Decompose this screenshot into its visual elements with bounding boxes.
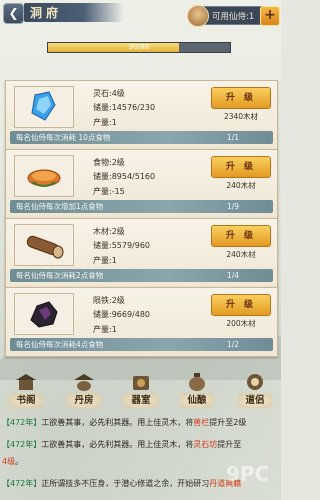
resource-output: 产量:1	[93, 256, 117, 265]
resource-storage: 储量:5579/960	[93, 241, 151, 250]
upgrade-cost: 240木材	[226, 181, 256, 190]
nav-label: 仙酿	[187, 395, 207, 406]
nav-label: 丹房	[74, 395, 94, 406]
upgrade-button[interactable]: 升 级	[211, 87, 271, 109]
nav-item-wine-jar[interactable]: 仙酿	[174, 372, 220, 412]
resource-output: 产量:1	[93, 325, 117, 334]
info-text: 每名仙侍每次消耗4点食物	[16, 340, 104, 349]
info-band: 每名仙侍每次增加1点食物 1/9	[10, 200, 273, 213]
nav-item-alchemy-room[interactable]: 丹房	[61, 372, 107, 412]
resource-name: 陨铁:2级	[93, 296, 125, 305]
wine-jar-icon	[189, 373, 205, 391]
upgrade-cost: 200木材	[226, 319, 256, 328]
book-pavilion-icon	[16, 374, 36, 390]
info-band: 每名仙侍每次消耗 10点食物 1/1	[10, 131, 273, 144]
resource-storage: 储量:14576/230	[93, 103, 156, 112]
upgrade-button[interactable]: 升 级	[211, 156, 271, 178]
back-button[interactable]: ❮	[3, 3, 24, 24]
wood-log-icon	[14, 224, 74, 266]
info-band: 每名仙侍每次消耗4点食物 1/2	[10, 338, 273, 351]
resource-name: 木材:2级	[93, 227, 125, 236]
nav-label: 道侣	[245, 395, 265, 406]
info-text: 每名仙侍每次消耗 10点食物	[16, 133, 111, 142]
page-title: 洞府	[30, 6, 63, 20]
resource-storage: 储量:9669/480	[93, 310, 151, 319]
global-progress-bar: 90/88	[47, 42, 231, 53]
info-text: 每名仙侍每次消耗2点食物	[16, 271, 104, 280]
nav-item-artifact-room[interactable]: 器室	[118, 372, 164, 412]
watermark: 9PC	[226, 462, 270, 486]
available-attendants-label: 可用仙侍:1	[212, 12, 255, 22]
resource-card-food: 食物:2级 储量:8954/5160 产量:-15 升 级 240木材 每名仙侍…	[5, 149, 278, 219]
upgrade-cost: 2340木材	[223, 112, 259, 121]
log-line: 【472年】工欲善其事，必先利其器。用上佳灵木，将灵石坊提升至	[2, 440, 242, 449]
resource-storage: 储量:8954/5160	[93, 172, 156, 181]
resource-card-wood: 木材:2级 储量:5579/960 产量:1 升 级 240木材 每名仙侍每次消…	[5, 218, 278, 288]
attendant-count: 1/2	[226, 340, 239, 349]
companion-icon	[247, 374, 263, 390]
top-bar: ❮ 洞府 可用仙侍:1 +	[0, 0, 281, 28]
log-line: 【472年】工欲善其事，必先利其器。用上佳灵木，将兽栏提升至2级	[2, 418, 247, 427]
upgrade-button[interactable]: 升 级	[211, 294, 271, 316]
alchemy-room-icon	[74, 374, 94, 391]
log-line: 【472年】正所谓技多不压身，于潜心修道之余，开始研习丹道典籍	[2, 479, 242, 488]
global-progress-text: 90/88	[128, 43, 150, 51]
add-attendant-button[interactable]: +	[260, 6, 280, 26]
attendant-count: 1/4	[226, 271, 239, 280]
resource-card-meteoric-iron: 陨铁:2级 储量:9669/480 产量:1 升 级 200木材 每名仙侍每次消…	[5, 287, 278, 357]
resource-card-spirit-stone: 灵石:4级 储量:14576/230 产量:1 升 级 2340木材 每名仙侍每…	[5, 80, 278, 150]
food-icon	[14, 155, 74, 197]
event-log[interactable]: 【472年】工欲善其事，必先利其器。用上佳灵木，将兽栏提升至2级 【472年】工…	[0, 414, 281, 500]
attendant-count: 1/1	[226, 133, 239, 142]
resource-name: 食物:2级	[93, 158, 125, 167]
upgrade-button[interactable]: 升 级	[211, 225, 271, 247]
nav-label: 书阁	[16, 395, 36, 406]
upgrade-cost: 240木材	[226, 250, 256, 259]
spirit-stone-icon	[14, 86, 74, 128]
nav-item-book-pavilion[interactable]: 书阁	[3, 372, 49, 412]
building-nav: 书阁 丹房 器室 仙酿 道侣	[0, 372, 281, 414]
nav-item-companion[interactable]: 道侣	[232, 372, 278, 412]
resource-output: 产量:1	[93, 118, 117, 127]
nav-label: 器室	[131, 395, 151, 406]
resource-output: 产量:-15	[93, 187, 125, 196]
log-line: 4级。	[2, 457, 24, 466]
meteoric-iron-icon	[14, 293, 74, 335]
artifact-room-icon	[133, 376, 149, 390]
attendant-count: 1/9	[226, 202, 239, 211]
info-text: 每名仙侍每次增加1点食物	[16, 202, 104, 211]
available-attendants: 可用仙侍:1 +	[187, 5, 280, 27]
resource-name: 灵石:4级	[93, 89, 125, 98]
attendant-avatar-icon	[187, 5, 209, 27]
info-band: 每名仙侍每次消耗2点食物 1/4	[10, 269, 273, 282]
